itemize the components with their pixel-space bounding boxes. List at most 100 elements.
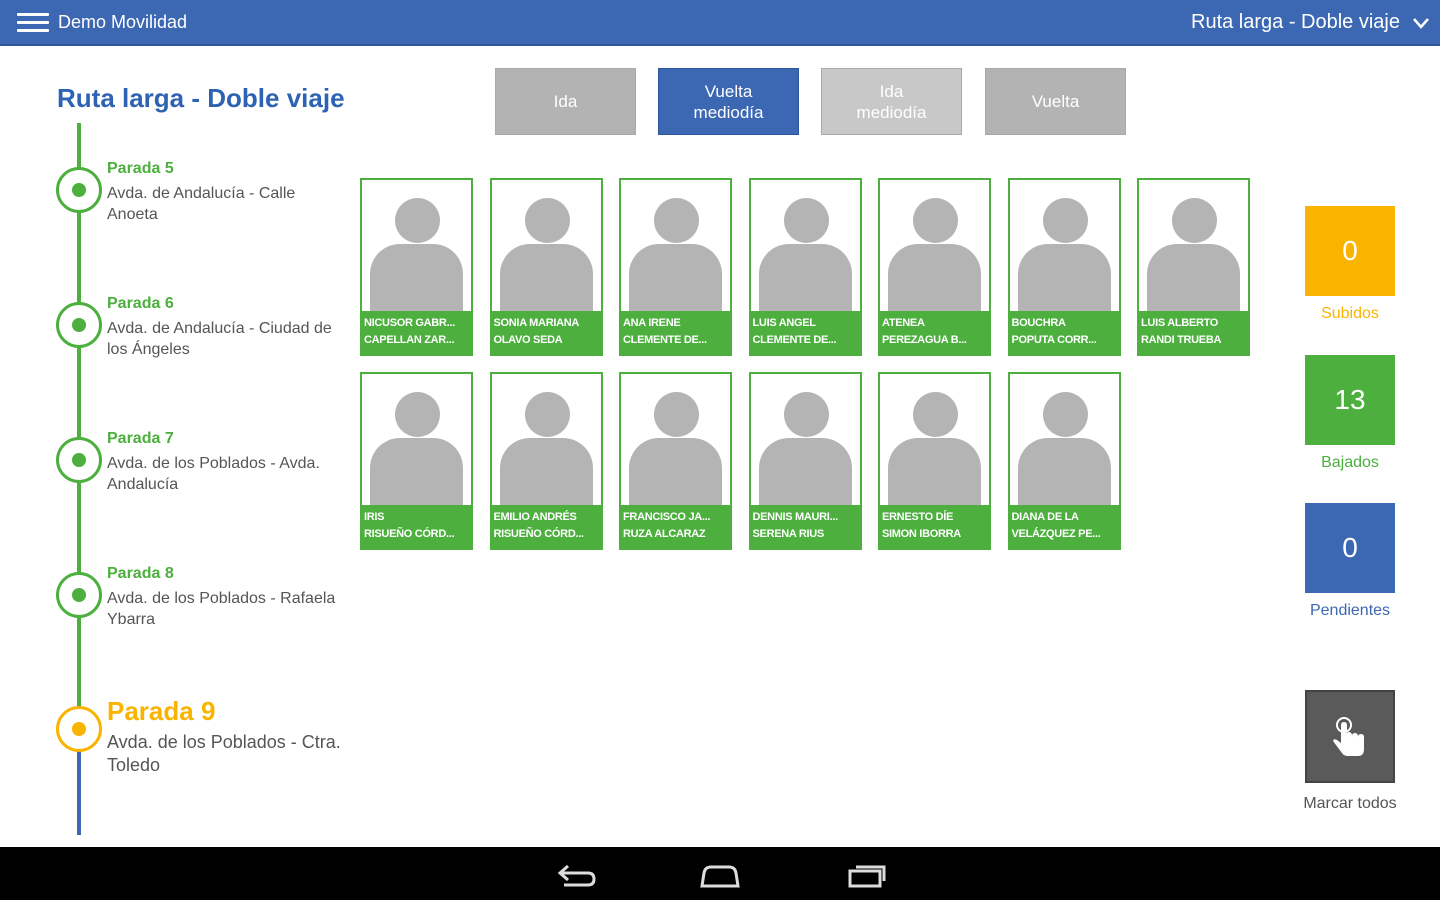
passenger-name: DENNIS MAURI... SERENA RIUS <box>750 505 860 548</box>
passenger-name: ERNESTO DÍE SIMON IBORRA <box>880 505 989 548</box>
passenger-card[interactable]: BOUCHRA POPUTA CORR... <box>1007 178 1121 356</box>
passenger-name-line2: CLEMENTE DE... <box>752 334 837 346</box>
passenger-name: ATENEA PEREZAGUA B... <box>880 311 989 354</box>
passenger-name: ANA IRENE CLEMENTE DE... <box>621 311 730 354</box>
passenger-name-line2: RANDI TRUEBA <box>1141 334 1222 346</box>
route-title: Ruta larga - Doble viaje <box>57 83 345 113</box>
avatar-placeholder-icon <box>1139 180 1248 312</box>
passenger-name-line1: FRANCISCO JA... <box>623 511 711 523</box>
stop-name: Parada 9 <box>107 696 216 726</box>
stop-name: Parada 7 <box>107 430 174 447</box>
app-title: Demo Movilidad <box>58 12 188 32</box>
avatar-placeholder-icon <box>751 180 860 312</box>
passenger-card[interactable]: DIANA DE LA VELÁZQUEZ PE... <box>1007 372 1121 550</box>
avatar-placeholder-icon <box>1010 374 1119 506</box>
stop-marker-icon <box>56 572 102 618</box>
back-button[interactable] <box>551 860 601 890</box>
passenger-name: DIANA DE LA VELÁZQUEZ PE... <box>1009 505 1119 548</box>
mark-all-button[interactable] <box>1305 690 1395 783</box>
tab-2[interactable]: Vuelta mediodía <box>658 68 799 135</box>
passenger-card[interactable]: IRIS RISUEÑO CÓRD... <box>360 372 473 550</box>
stop-marker-icon <box>56 706 102 752</box>
avatar-placeholder-icon <box>1010 180 1119 312</box>
avatar-placeholder-icon <box>492 374 601 506</box>
route-selector[interactable]: Ruta larga - Doble viaje <box>1191 0 1430 45</box>
passenger-name-line1: IRIS <box>364 511 385 523</box>
stop-address: Avda. de Andalucía - Calle Anoeta <box>107 185 296 223</box>
passenger-name-line1: DENNIS MAURI... <box>752 511 839 523</box>
passenger-name-line1: ATENEA <box>882 317 925 329</box>
avatar-placeholder-icon <box>751 374 860 506</box>
menu-icon[interactable] <box>17 13 49 33</box>
passenger-name-line1: SONIA MARIANA <box>493 317 580 329</box>
passenger-name-line1: ERNESTO DÍE <box>882 511 954 523</box>
avatar-placeholder-icon <box>492 180 601 312</box>
counter-bajados[interactable]: 13 <box>1305 355 1395 445</box>
passenger-card[interactable]: SONIA MARIANA OLAVO SEDA <box>489 178 603 356</box>
tab-4[interactable]: Vuelta <box>985 68 1126 135</box>
passenger-name-line2: VELÁZQUEZ PE... <box>1011 528 1101 540</box>
avatar-placeholder-icon <box>362 374 471 506</box>
passenger-card[interactable]: ATENEA PEREZAGUA B... <box>878 178 991 356</box>
chevron-down-icon <box>1413 17 1429 29</box>
passenger-name-line1: LUIS ALBERTO <box>1141 317 1219 329</box>
passenger-name-line2: RUZA ALCARAZ <box>623 528 706 540</box>
passenger-name: LUIS ANGEL CLEMENTE DE... <box>750 311 860 354</box>
route-selector-label: Ruta larga - Doble viaje <box>1191 11 1400 33</box>
counter-label: Subidos <box>1321 305 1379 322</box>
passenger-name: BOUCHRA POPUTA CORR... <box>1009 311 1119 354</box>
home-button[interactable] <box>695 860 745 890</box>
stop-address: Avda. de los Poblados - Ctra. Toledo <box>107 732 341 775</box>
passenger-name: EMILIO ANDRÉS RISUEÑO CÓRD... <box>491 505 601 548</box>
passenger-name-line2: RISUEÑO CÓRD... <box>493 528 585 540</box>
app-bar: Demo Movilidad Ruta larga - Doble viaje <box>0 0 1440 46</box>
passenger-name-line2: SERENA RIUS <box>752 528 825 540</box>
avatar-placeholder-icon <box>621 180 730 312</box>
tab-3[interactable]: Ida mediodía <box>821 68 962 135</box>
home-icon <box>700 865 740 888</box>
avatar-placeholder-icon <box>880 180 989 312</box>
passenger-card[interactable]: DENNIS MAURI... SERENA RIUS <box>748 372 862 550</box>
passenger-name: NICUSOR GABR... CAPELLAN ZAR... <box>362 311 471 354</box>
passenger-card[interactable]: FRANCISCO JA... RUZA ALCARAZ <box>619 372 732 550</box>
passenger-name-line2: CLEMENTE DE... <box>623 334 707 346</box>
stop-address: Avda. de los Poblados - Rafaela Ybarra <box>107 590 336 628</box>
passenger-card[interactable]: LUIS ALBERTO RANDI TRUEBA <box>1137 178 1250 356</box>
stop-name: Parada 8 <box>107 565 174 582</box>
passenger-name-line1: BOUCHRA <box>1011 317 1066 329</box>
counter-pendientes[interactable]: 0 <box>1305 503 1395 593</box>
recents-icon <box>848 865 886 888</box>
stop-address: Avda. de los Poblados - Avda. Andalucía <box>107 455 320 493</box>
stop-address: Avda. de Andalucía - Ciudad de los Ángel… <box>107 320 332 358</box>
counter-label: Pendientes <box>1309 602 1391 619</box>
mark-all-label: Marcar todos <box>1303 795 1397 812</box>
passenger-name: LUIS ALBERTO RANDI TRUEBA <box>1139 311 1248 354</box>
passenger-name: SONIA MARIANA OLAVO SEDA <box>491 311 601 354</box>
counter-label: Bajados <box>1321 454 1379 471</box>
app-bar-divider <box>0 44 1440 46</box>
avatar-placeholder-icon <box>621 374 730 506</box>
passenger-card[interactable]: ERNESTO DÍE SIMON IBORRA <box>878 372 991 550</box>
avatar-placeholder-icon <box>362 180 471 312</box>
stop-name: Parada 6 <box>107 295 174 312</box>
stop-marker-icon <box>56 302 102 348</box>
passenger-name-line1: NICUSOR GABR... <box>364 317 455 329</box>
passenger-name-line2: RISUEÑO CÓRD... <box>364 528 455 540</box>
passenger-name: FRANCISCO JA... RUZA ALCARAZ <box>621 505 730 548</box>
avatar-placeholder-icon <box>880 374 989 506</box>
stop-marker-icon <box>56 167 102 213</box>
passenger-name-line2: OLAVO SEDA <box>493 334 563 346</box>
passenger-name-line2: PEREZAGUA B... <box>882 334 967 346</box>
tab-1[interactable]: Ida <box>495 68 636 135</box>
passenger-card[interactable]: ANA IRENE CLEMENTE DE... <box>619 178 732 356</box>
back-icon <box>557 864 596 887</box>
passenger-name: IRIS RISUEÑO CÓRD... <box>362 505 471 548</box>
passenger-card[interactable]: NICUSOR GABR... CAPELLAN ZAR... <box>360 178 473 356</box>
passenger-card[interactable]: EMILIO ANDRÉS RISUEÑO CÓRD... <box>489 372 603 550</box>
counter-subidos[interactable]: 0 <box>1305 206 1395 296</box>
passenger-name-line2: CAPELLAN ZAR... <box>364 334 455 346</box>
stop-name: Parada 5 <box>107 160 174 177</box>
recents-button[interactable] <box>841 860 891 890</box>
passenger-card[interactable]: LUIS ANGEL CLEMENTE DE... <box>748 178 862 356</box>
passenger-name-line1: DIANA DE LA <box>1011 511 1079 523</box>
